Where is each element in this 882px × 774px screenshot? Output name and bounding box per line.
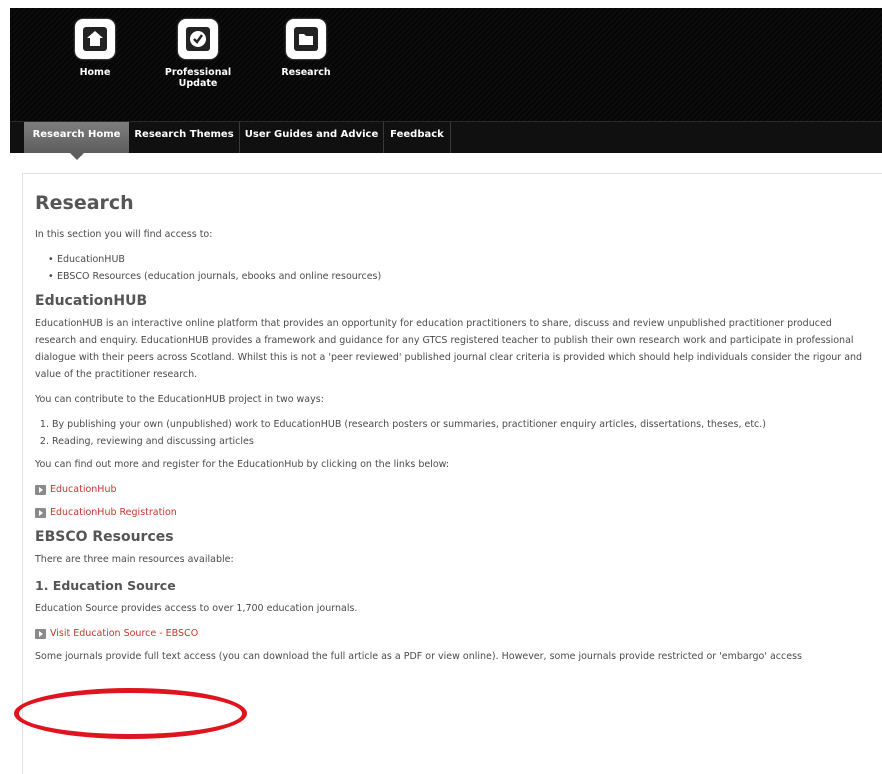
play-arrow-icon — [35, 628, 46, 639]
home-icon — [75, 19, 115, 59]
ebsco-intro: There are three main resources available… — [35, 554, 234, 565]
intro-list: EducationHUB EBSCO Resources (education … — [35, 251, 875, 285]
contribute-list: By publishing your own (unpublished) wor… — [35, 416, 875, 450]
intro-text: In this section you will find access to: — [35, 229, 213, 240]
list-item: By publishing your own (unpublished) wor… — [52, 416, 875, 433]
top-nav-home-label: Home — [79, 67, 111, 78]
educationhub-description: EducationHUB is an interactive online pl… — [35, 318, 863, 380]
top-nav-research-label: Research — [281, 67, 331, 78]
tab-research-themes-label: Research Themes — [134, 129, 234, 140]
tab-feedback[interactable]: Feedback — [384, 122, 450, 153]
active-tab-pointer — [70, 153, 84, 160]
tab-research-home-label: Research Home — [32, 129, 121, 140]
list-item: EducationHUB — [48, 251, 875, 268]
tab-research-home[interactable]: Research Home — [24, 122, 129, 160]
top-nav-professional-update[interactable]: Professional Update — [153, 19, 243, 89]
contribute-intro: You can contribute to the EducationHUB p… — [35, 394, 324, 405]
educationhub-heading: EducationHUB — [35, 293, 148, 309]
educationhub-registration-link-text[interactable]: EducationHub Registration — [50, 504, 177, 521]
page-title: Research — [35, 192, 134, 214]
checkmark-icon — [178, 19, 218, 59]
register-text: You can find out more and register for t… — [35, 459, 450, 470]
fulltext-text: Some journals provide full text access (… — [35, 651, 802, 662]
play-arrow-icon — [35, 507, 46, 518]
tab-feedback-label: Feedback — [390, 129, 444, 140]
educationhub-link[interactable]: EducationHub — [35, 481, 875, 498]
list-item: EBSCO Resources (education journals, ebo… — [48, 268, 875, 285]
visit-education-source-link-text[interactable]: Visit Education Source - EBSCO — [50, 625, 198, 642]
education-source-text: Education Source provides access to over… — [35, 603, 358, 614]
visit-education-source-link[interactable]: Visit Education Source - EBSCO — [35, 625, 875, 642]
educationhub-registration-link[interactable]: EducationHub Registration — [35, 504, 875, 521]
play-arrow-icon — [35, 484, 46, 495]
tab-user-guides[interactable]: User Guides and Advice — [240, 122, 383, 153]
top-nav-professional-update-label: Professional Update — [164, 67, 232, 89]
education-source-heading: 1. Education Source — [35, 578, 176, 593]
top-nav-research[interactable]: Research — [261, 19, 351, 78]
main-content: Research In this section you will find a… — [35, 190, 875, 673]
folder-icon — [286, 19, 326, 59]
tab-divider — [450, 122, 451, 153]
tab-research-themes[interactable]: Research Themes — [129, 122, 239, 153]
ebsco-heading: EBSCO Resources — [35, 529, 174, 545]
tab-user-guides-label: User Guides and Advice — [244, 129, 379, 140]
list-item: Reading, reviewing and discussing articl… — [52, 433, 875, 450]
top-nav-home[interactable]: Home — [50, 19, 140, 78]
site-header: Home Professional Update Research — [10, 8, 882, 121]
section-tab-bar: Research Home Research Themes User Guide… — [10, 121, 882, 160]
educationhub-link-text[interactable]: EducationHub — [50, 481, 117, 498]
